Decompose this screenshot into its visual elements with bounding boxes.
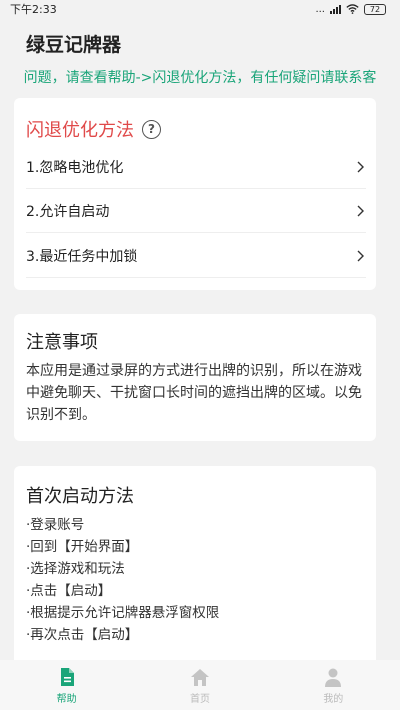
first-launch-card: 首次启动方法 ·登录账号 ·回到【开始界面】 ·选择游戏和玩法 ·点击【启动】 … <box>14 466 376 666</box>
bottom-tab-bar: 帮助 首页 我的 <box>0 660 400 710</box>
tab-mine[interactable]: 我的 <box>293 666 373 705</box>
app-title: 绿豆记牌器 <box>26 34 122 56</box>
notice-marquee: 问题，请查看帮助->闪退优化方法，有任何疑问请联系客 <box>23 70 377 86</box>
signal-icon <box>330 4 341 14</box>
option-label: 1.忽略电池优化 <box>26 159 124 176</box>
option-label: 3.最近任务中加锁 <box>26 248 138 265</box>
step-item: ·登录账号 <box>26 517 85 533</box>
tab-help[interactable]: 帮助 <box>27 666 107 705</box>
option-lock-recent-task[interactable]: 3.最近任务中加锁 <box>26 234 366 278</box>
step-item: ·再次点击【启动】 <box>26 627 139 643</box>
chevron-right-icon <box>357 205 364 216</box>
help-icon[interactable]: ? <box>142 119 161 139</box>
notes-card: 注意事项 本应用是通过录屏的方式进行出牌的识别，所以在游戏中避免聊天、干扰窗口长… <box>14 314 376 441</box>
document-icon <box>60 667 74 686</box>
first-launch-steps: ·登录账号 ·回到【开始界面】 ·选择游戏和玩法 ·点击【启动】 ·根据提示允许… <box>26 514 366 646</box>
option-allow-autostart[interactable]: 2.允许自启动 <box>26 189 366 233</box>
tab-label: 帮助 <box>56 693 77 705</box>
status-icons: ... 72 <box>315 3 386 15</box>
option-ignore-battery[interactable]: 1.忽略电池优化 <box>26 145 366 189</box>
notes-body: 本应用是通过录屏的方式进行出牌的识别，所以在游戏中避免聊天、干扰窗口长时间的遮挡… <box>26 363 362 423</box>
tab-label: 首页 <box>189 693 210 705</box>
step-item: ·回到【开始界面】 <box>26 539 139 555</box>
crash-optimize-header: 闪退优化方法 ? <box>26 116 161 142</box>
notes-title: 注意事项 <box>26 332 98 353</box>
user-icon <box>325 668 342 687</box>
tab-home[interactable]: 首页 <box>160 666 240 705</box>
crash-optimize-title: 闪退优化方法 <box>26 120 134 141</box>
crash-optimize-card: 闪退优化方法 ? 1.忽略电池优化 2.允许自启动 3.最近任务中加锁 <box>14 98 376 290</box>
step-item: ·根据提示允许记牌器悬浮窗权限 <box>26 605 220 621</box>
status-bar: 下午2:33 ... 72 <box>0 0 400 18</box>
chevron-right-icon <box>357 250 364 261</box>
chevron-right-icon <box>357 161 364 172</box>
battery-icon: 72 <box>364 3 386 15</box>
signal-dots: ... <box>315 3 325 15</box>
home-icon <box>190 668 209 686</box>
wifi-icon <box>346 4 359 14</box>
tab-label: 我的 <box>323 693 344 705</box>
step-item: ·点击【启动】 <box>26 583 112 599</box>
status-time: 下午2:33 <box>10 3 57 16</box>
first-launch-title: 首次启动方法 <box>26 486 134 507</box>
step-item: ·选择游戏和玩法 <box>26 561 125 577</box>
option-label: 2.允许自启动 <box>26 203 110 220</box>
